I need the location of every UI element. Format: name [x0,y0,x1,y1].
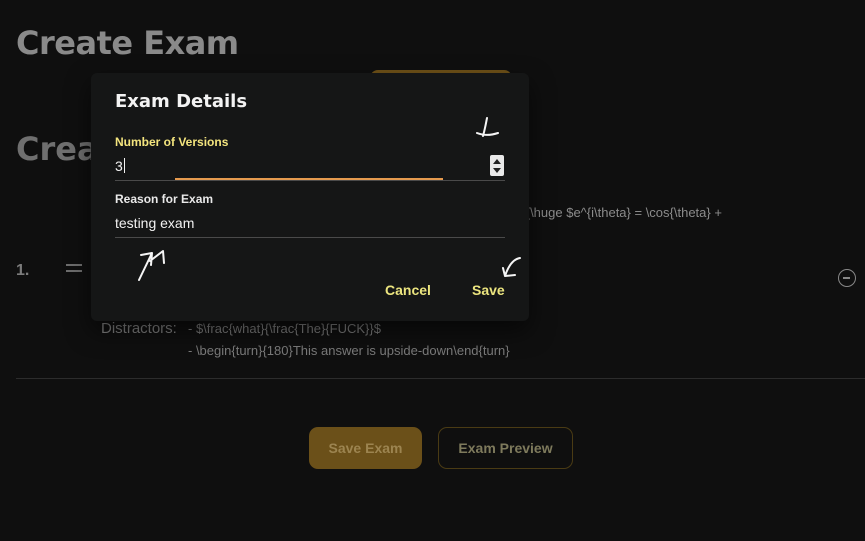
drag-handle-icon[interactable] [66,264,82,272]
handwritten-up-arrow-icon [138,250,165,281]
save-exam-button[interactable]: Save Exam [309,427,422,469]
versions-input[interactable]: 3 [115,158,125,174]
stepper-down-icon[interactable] [493,168,501,173]
handwritten-down-arrow-icon [476,117,499,137]
remove-question-icon[interactable] [838,269,856,287]
focus-indicator [175,178,443,180]
reason-label: Reason for Exam [115,192,214,206]
versions-label: Number of Versions [115,135,229,149]
dialog-title: Exam Details [115,91,248,112]
number-stepper[interactable] [490,155,504,176]
cancel-button[interactable]: Cancel [385,282,431,298]
question-text: ox{\huge $e^{i\theta} = \cos{\theta} + [512,205,722,220]
section-divider [16,378,865,379]
reason-underline [115,237,505,238]
stepper-up-icon[interactable] [493,159,501,164]
versions-underline [115,180,505,181]
reason-input[interactable]: testing exam [115,215,194,231]
handwritten-pointer-icon [502,257,521,277]
save-button[interactable]: Save [472,282,505,298]
exam-preview-button[interactable]: Exam Preview [438,427,573,469]
page-title: Create Exam [16,24,239,62]
question-number: 1. [16,262,30,279]
create-exam-page: Create Exam Crea 1. ox{\huge $e^{i\theta… [0,0,865,541]
distractors-label: Distractors: [101,320,177,337]
text-caret [123,158,125,173]
distractor-item: - $\frac{what}{\frac{The}{FUCK}}$ [188,321,381,336]
versions-value: 3 [115,158,123,174]
section-title: Crea [16,130,99,168]
distractor-item: - \begin{turn}{180}This answer is upside… [188,343,510,358]
